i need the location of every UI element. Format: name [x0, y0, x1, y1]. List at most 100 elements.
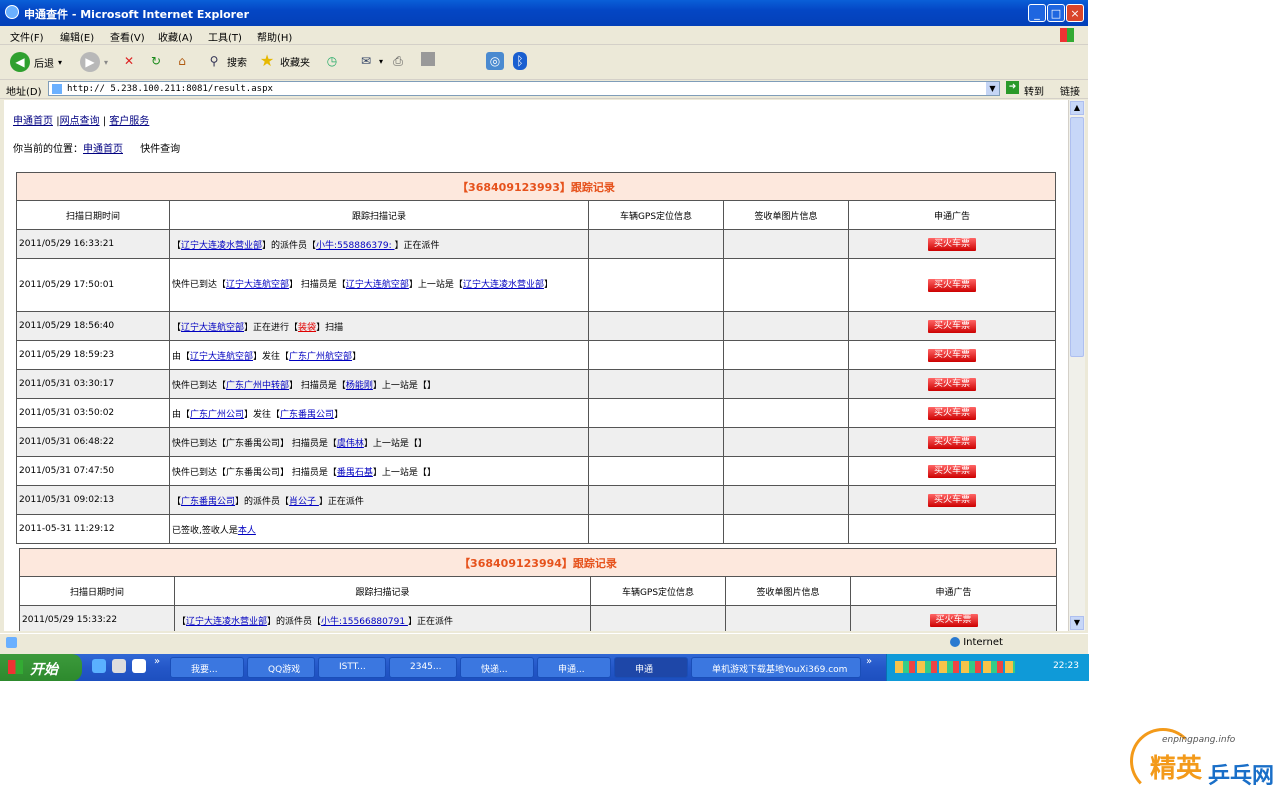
record-link[interactable]: 广东广州中转部	[226, 381, 289, 391]
favorites-button[interactable]: ★ 收藏夹	[258, 52, 310, 70]
buy-train-ticket-button[interactable]: 买火车票	[928, 348, 976, 362]
buy-train-ticket-button[interactable]: 买火车票	[928, 237, 976, 251]
menu-help[interactable]: 帮助(H)	[257, 29, 292, 44]
address-input[interactable]: http:// 5.238.100.211:8081/result.aspx ▼	[48, 81, 1000, 96]
taskbar-item[interactable]: 2345...	[389, 657, 457, 678]
desktop-quicklaunch-icon[interactable]	[132, 659, 146, 673]
buy-train-ticket-button[interactable]: 买火车票	[928, 319, 976, 333]
star-icon: ★	[259, 51, 275, 70]
qq-button[interactable]: ◎	[486, 52, 504, 70]
pen-quicklaunch-icon[interactable]	[112, 659, 126, 673]
maximize-button[interactable]: □	[1047, 4, 1065, 22]
table-row: 2011/05/31 07:47:50 快件已到达【广东番禺公司】 扫描员是【番禺…	[16, 456, 1056, 486]
nav-service-link[interactable]: 客户服务	[109, 116, 149, 127]
forward-button[interactable]: ▶ ▾	[80, 52, 108, 72]
scan-record: 快件已到达【辽宁大连航空部】 扫描员是【辽宁大连航空部】上一站是【辽宁大连凌水营…	[169, 258, 589, 312]
bluetooth-button[interactable]: ᛒ	[513, 52, 527, 70]
buy-train-ticket-button[interactable]: 买火车票	[928, 435, 976, 449]
taskbar-item[interactable]: 单机游戏下载基地YouXi369.com	[691, 657, 861, 678]
stop-button[interactable]: ✕	[120, 52, 138, 70]
taskbar-item[interactable]: 我要...	[170, 657, 244, 678]
table-row: 2011/05/29 18:59:23 由【辽宁大连航空部】发往【广东广州航空部】…	[16, 340, 1056, 370]
edit-button[interactable]	[421, 52, 435, 66]
go-button[interactable]: 转到	[1024, 83, 1044, 98]
breadcrumb: 你当前的位置：申通首页 快件查询	[13, 140, 180, 155]
refresh-button[interactable]: ↻	[147, 52, 165, 70]
taskbar-item[interactable]: 申通...	[537, 657, 611, 678]
record-link[interactable]: 广东广州公司	[190, 410, 244, 420]
record-link[interactable]: 辽宁大连凌水营业部	[181, 241, 262, 251]
buy-train-ticket-button[interactable]: 买火车票	[928, 493, 976, 507]
nav-outlet-link[interactable]: 网点查询	[60, 116, 100, 127]
toolbar: ◀ 后退 ▾ ▶ ▾ ✕ ↻ ⌂ ⚲ 搜索 ★ 收藏夹 ◷ ✉ ▾ ⎙ ◎ ᛒ	[0, 45, 1088, 80]
menu-file[interactable]: 文件(F)	[10, 29, 44, 44]
expand-chevron-icon[interactable]: »	[866, 656, 872, 667]
buy-train-ticket-button[interactable]: 买火车票	[928, 278, 976, 292]
record-link[interactable]: 肖公子	[289, 497, 319, 507]
record-link[interactable]: 小牛:15566880791	[321, 617, 408, 627]
forward-arrow-icon: ▶	[80, 52, 100, 72]
buy-train-ticket-button[interactable]: 买火车票	[928, 406, 976, 420]
start-button[interactable]: 开始	[0, 654, 82, 681]
breadcrumb-current: 快件查询	[140, 144, 181, 155]
breadcrumb-home-link[interactable]: 申通首页	[83, 144, 123, 155]
home-button[interactable]: ⌂	[173, 52, 191, 70]
record-link[interactable]: 辽宁大连凌水营业部	[463, 280, 544, 290]
menu-tools[interactable]: 工具(T)	[208, 29, 242, 44]
gps-info	[588, 311, 724, 341]
address-dropdown-icon[interactable]: ▼	[986, 82, 999, 95]
record-link[interactable]: 辽宁大连凌水营业部	[186, 617, 267, 627]
menu-favorites[interactable]: 收藏(A)	[158, 29, 193, 44]
ad-cell: 买火车票	[848, 427, 1056, 457]
taskbar-item[interactable]: ISTT...	[318, 657, 386, 678]
tracking-table: 【368409123993】跟踪记录 扫描日期时间 跟踪扫描记录 车辆GPS定位信息签…	[16, 172, 1056, 544]
taskbar-item[interactable]: 快递...	[460, 657, 534, 678]
print-button[interactable]: ⎙	[389, 52, 407, 70]
address-url: http:// 5.238.100.211:8081/result.aspx	[67, 84, 273, 94]
menu-view[interactable]: 查看(V)	[110, 29, 145, 44]
search-label: 搜索	[227, 57, 247, 69]
record-link[interactable]: 广东番禺公司	[181, 497, 235, 507]
buy-train-ticket-button[interactable]: 买火车票	[929, 613, 978, 627]
record-link[interactable]: 辽宁大连航空部	[181, 323, 244, 333]
title-bar[interactable]: 申通查件 - Microsoft Internet Explorer _ □ ×	[0, 0, 1088, 26]
menu-edit[interactable]: 编辑(E)	[60, 29, 94, 44]
table-row: 2011/05/31 03:50:02 由【广东广州公司】发往【广东番禺公司】 买火…	[16, 398, 1056, 428]
record-link[interactable]: 本人	[238, 526, 256, 536]
buy-train-ticket-button[interactable]: 买火车票	[928, 464, 976, 478]
back-button[interactable]: ◀ 后退 ▾	[10, 52, 62, 72]
close-button[interactable]: ×	[1066, 4, 1084, 22]
record-link[interactable]: 广东广州航空部	[289, 352, 352, 362]
record-link[interactable]: 辽宁大连航空部	[346, 280, 409, 290]
record-link[interactable]: 虞伟林	[337, 439, 364, 449]
links-button[interactable]: 链接	[1060, 83, 1080, 98]
record-link[interactable]: 小牛:558886379:	[316, 241, 394, 251]
scroll-up-icon[interactable]: ▲	[1070, 101, 1084, 115]
history-button[interactable]: ◷	[323, 52, 341, 70]
mail-button[interactable]: ✉ ▾	[357, 52, 383, 70]
ie-quicklaunch-icon[interactable]	[92, 659, 106, 673]
forward-dropdown-icon: ▾	[104, 57, 109, 67]
taskbar-item-active[interactable]: 申通	[614, 657, 688, 678]
scroll-thumb[interactable]	[1070, 117, 1084, 357]
go-arrow-icon[interactable]: ➜	[1006, 81, 1019, 94]
tracking-table: 【368409123994】跟踪记录 扫描日期时间 跟踪扫描记录 车辆GPS定位信息签…	[19, 548, 1057, 631]
expand-chevron-icon[interactable]: »	[154, 656, 160, 667]
gps-info	[588, 398, 724, 428]
vertical-scrollbar[interactable]: ▲ ▼	[1068, 100, 1085, 631]
record-link[interactable]: 辽宁大连航空部	[226, 280, 289, 290]
status-bar: Internet	[0, 633, 1088, 654]
nav-home-link[interactable]: 申通首页	[13, 116, 53, 127]
record-link[interactable]: 装袋	[298, 323, 316, 333]
taskbar-item[interactable]: QQ游戏	[247, 657, 315, 678]
buy-train-ticket-button[interactable]: 买火车票	[928, 377, 976, 391]
record-link[interactable]: 辽宁大连航空部	[190, 352, 253, 362]
record-link[interactable]: 广东番禺公司	[280, 410, 334, 420]
tray-icons[interactable]	[895, 661, 1015, 673]
record-link[interactable]: 杨能刚	[346, 381, 373, 391]
column-header: 申通广告	[850, 576, 1057, 606]
scroll-down-icon[interactable]: ▼	[1070, 616, 1084, 630]
record-link[interactable]: 番禺石基	[337, 468, 373, 478]
search-button[interactable]: ⚲ 搜索	[205, 52, 247, 70]
minimize-button[interactable]: _	[1028, 4, 1046, 22]
